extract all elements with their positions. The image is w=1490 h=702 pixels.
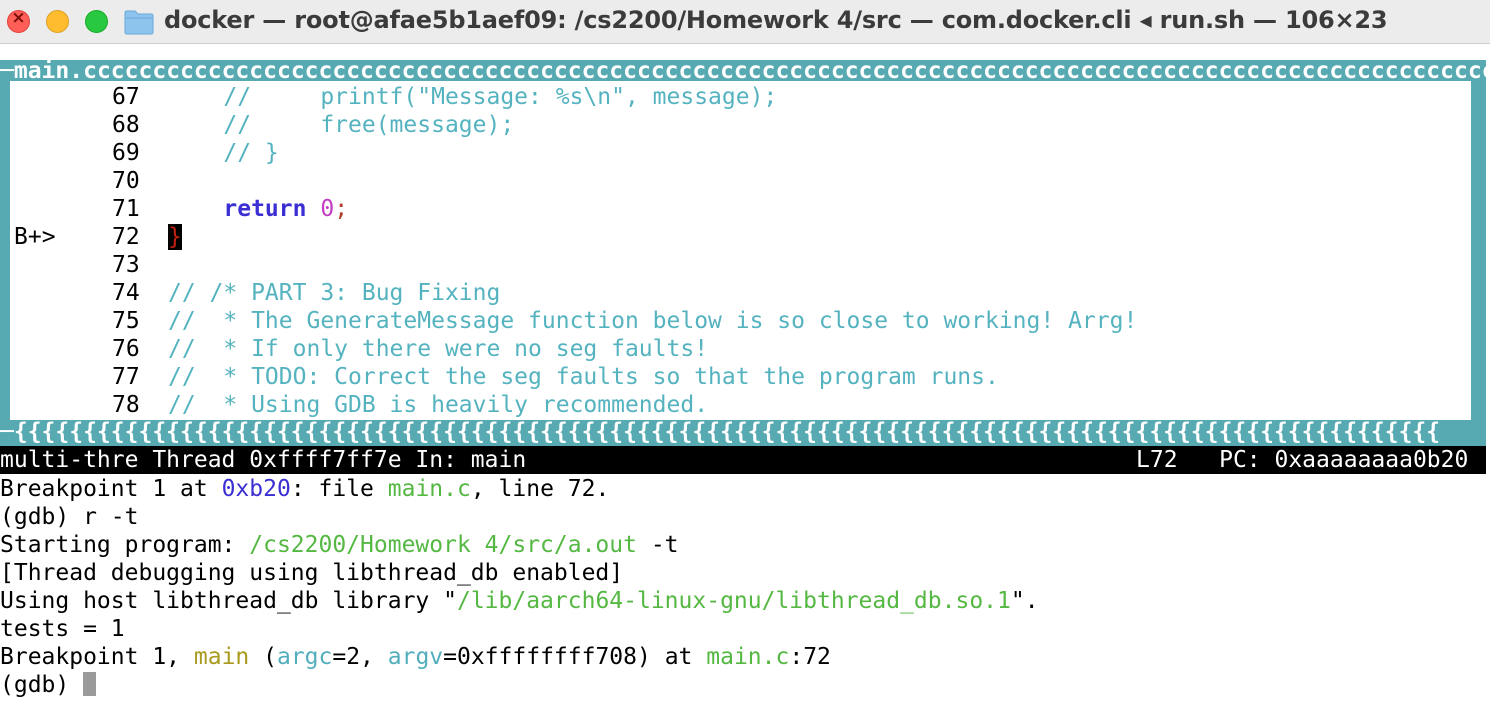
line-number: 73 — [112, 252, 140, 278]
console-line: tests = 1 — [0, 616, 125, 642]
code-text: } — [168, 223, 182, 251]
gdb-prompt[interactable]: (gdb) — [0, 671, 97, 699]
code-text: // } — [168, 140, 279, 166]
source-window-footer: ─{{{{{{{{{{{{{{{{{{{{{{{{{{{{{{{{{{{{{{{… — [0, 419, 1441, 445]
code-text: // printf("Message: %s\n", message); — [168, 84, 778, 110]
line-number: 76 — [112, 336, 140, 362]
source-line[interactable]: 74 // /* PART 3: Bug Fixing — [0, 279, 1470, 307]
source-line[interactable]: 71 return 0; — [0, 195, 1470, 223]
code-text: // * If only there were no seg faults! — [168, 336, 709, 362]
console-line: Breakpoint 1, main (argc=2, argv=0xfffff… — [0, 644, 831, 670]
function-name: main — [193, 644, 250, 670]
code-text: // * Using GDB is heavily recommended. — [168, 392, 709, 418]
source-line[interactable]: 78 // * Using GDB is heavily recommended. — [0, 391, 1470, 419]
source-line[interactable]: 73 — [0, 251, 1470, 279]
line-number: 77 — [112, 364, 140, 390]
breakpoint-address: 0xb20 — [221, 476, 291, 502]
thread-status: multi-thre Thread 0xffff7ff7e In: main — [0, 447, 527, 473]
source-window-header: ─main.cccccccccccccccccccccccccccccccccc… — [0, 60, 1486, 82]
minimize-button[interactable] — [46, 10, 69, 33]
code-text: return 0; — [223, 196, 349, 222]
source-file-name: main.c — [13, 60, 97, 82]
line-number: 70 — [112, 168, 140, 194]
line-number: 68 — [112, 112, 140, 138]
source-line[interactable]: 77 // * TODO: Correct the seg faults so t… — [0, 363, 1470, 391]
code-text: // * The GenerateMessage function below … — [168, 308, 1138, 334]
console-line: Breakpoint 1 at 0xb20: file main.c, line… — [0, 476, 610, 502]
line-number: 72 — [112, 224, 140, 250]
source-line[interactable]: 69 // } — [0, 139, 1470, 167]
window-title: docker — root@afae5b1aef09: /cs2200/Home… — [164, 6, 1388, 34]
console-line: Starting program: /cs2200/Homework 4/src… — [0, 532, 679, 558]
frame-top-fill: cccccccccccccccccccccccccccccccccccccccc… — [96, 60, 1486, 82]
program-counter: PC: 0xaaaaaaaa0b20 — [1219, 447, 1469, 473]
code-text: // free(message); — [168, 112, 515, 138]
source-line[interactable]: 67 // printf("Message: %s\n", message); — [0, 83, 1470, 111]
console-line: Using host libthread_db library "/lib/aa… — [0, 588, 1039, 614]
source-line[interactable]: B+> 72} — [0, 223, 1470, 251]
line-number: 75 — [112, 308, 140, 334]
line-number: 71 — [112, 196, 140, 222]
line-number: 69 — [112, 140, 140, 166]
console-line: [Thread debugging using libthread_db ena… — [0, 560, 624, 586]
source-code-view[interactable]: 67 // printf("Message: %s\n", message); 6… — [0, 83, 1470, 419]
code-text: // * TODO: Correct the seg faults so tha… — [168, 364, 999, 390]
status-bar: multi-thre Thread 0xffff7ff7e In: main L… — [0, 446, 1486, 474]
source-line[interactable]: 75 // * The GenerateMessage function belo… — [0, 307, 1470, 335]
line-number: 78 — [112, 392, 140, 418]
console-line: (gdb) r -t — [0, 504, 139, 530]
terminal-cursor — [83, 672, 97, 696]
file-name: main.c — [387, 476, 471, 502]
source-line[interactable]: 76 // * If only there were no seg faults! — [0, 335, 1470, 363]
folder-icon — [124, 10, 154, 35]
frame-bottom-fill: {{{{{{{{{{{{{{{{{{{{{{{{{{{{{{{{{{{{{{{{… — [13, 419, 1441, 445]
code-text: // /* PART 3: Bug Fixing — [168, 280, 501, 306]
source-line[interactable]: 68 // free(message); — [0, 111, 1470, 139]
maximize-button[interactable] — [85, 10, 108, 33]
program-path: /cs2200/Homework 4/src/a.out — [249, 532, 637, 558]
current-line-cursor: } — [168, 224, 182, 250]
close-button[interactable] — [7, 8, 30, 33]
breakpoint-marker: B+> — [14, 224, 56, 250]
title-bar: docker — root@afae5b1aef09: /cs2200/Home… — [0, 0, 1490, 44]
line-number: 67 — [112, 84, 140, 110]
source-line[interactable]: 70 — [0, 167, 1470, 195]
pc-status: L72 PC: 0xaaaaaaaa0b20 — [1136, 446, 1468, 474]
library-path: /lib/aarch64-linux-gnu/libthread_db.so.1 — [456, 588, 1011, 614]
line-number: 74 — [112, 280, 140, 306]
line-indicator: L72 — [1136, 447, 1178, 473]
